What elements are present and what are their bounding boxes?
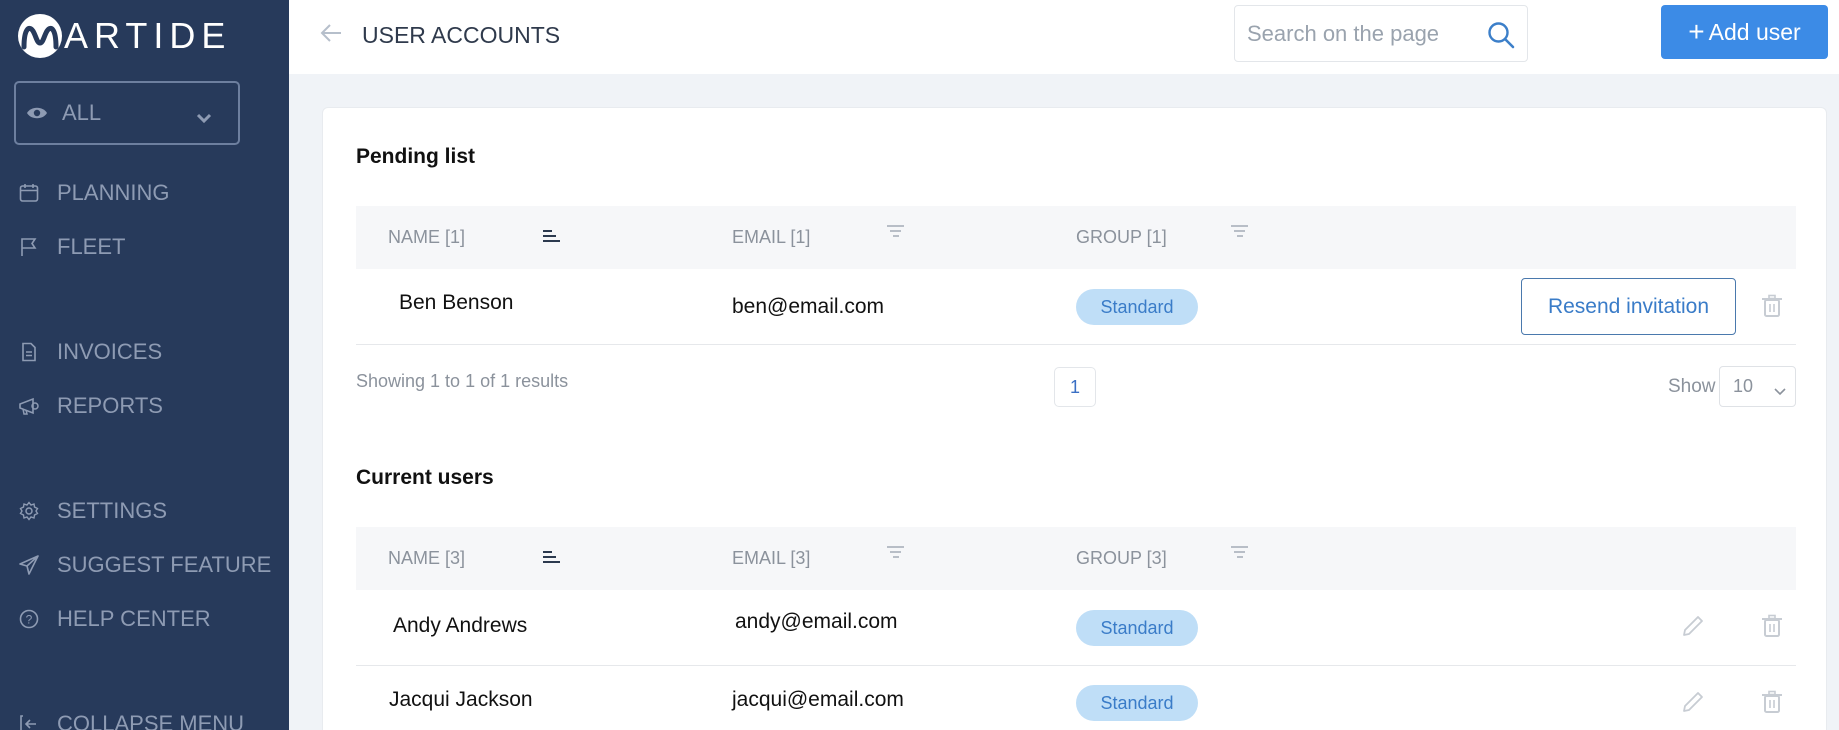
user-accounts-card: Pending list NAME [1] EMAIL [1] GROUP [1…	[322, 107, 1827, 730]
search-box	[1234, 5, 1528, 62]
logo[interactable]: ARTIDE	[18, 14, 231, 58]
sidebar-item-label: REPORTS	[57, 393, 163, 418]
edit-pencil-icon[interactable]	[1681, 690, 1705, 714]
resend-invitation-button[interactable]: Resend invitation	[1521, 278, 1736, 335]
trash-icon[interactable]	[1761, 690, 1783, 714]
column-header-label: NAME [3]	[388, 548, 466, 568]
sidebar-item-label: INVOICES	[57, 339, 163, 364]
collapse-icon	[18, 713, 40, 730]
current-users-title: Current users	[356, 466, 494, 489]
filter-icon[interactable]	[1231, 544, 1249, 565]
add-user-label: Add user	[1708, 18, 1801, 45]
column-header-label: GROUP [1]	[1076, 227, 1167, 247]
send-icon	[18, 554, 40, 576]
add-user-button[interactable]: + Add user	[1661, 5, 1828, 59]
trash-icon[interactable]	[1761, 294, 1783, 318]
sidebar-item-suggest-feature[interactable]: SUGGEST FEATURE	[18, 552, 271, 578]
page-title: USER ACCOUNTS	[362, 22, 561, 48]
sidebar-item-label: COLLAPSE MENU	[57, 711, 245, 730]
sidebar-item-label: PLANNING	[57, 180, 170, 205]
back-arrow-icon[interactable]	[319, 22, 343, 49]
user-name: Ben Benson	[399, 291, 514, 314]
chevron-down-icon	[196, 103, 212, 129]
sidebar-item-invoices[interactable]: INVOICES	[18, 339, 162, 365]
user-email: andy@email.com	[735, 610, 898, 633]
page-size-value: 10	[1733, 376, 1754, 396]
group-badge: Standard	[1076, 685, 1198, 721]
user-name: Andy Andrews	[393, 614, 528, 637]
filter-icon[interactable]	[887, 544, 905, 565]
table-row: Jacqui Jackson jacqui@email.com Standard	[356, 666, 1796, 730]
sidebar-item-settings[interactable]: SETTINGS	[18, 498, 167, 524]
search-icon[interactable]	[1487, 21, 1515, 54]
trash-icon[interactable]	[1761, 614, 1783, 638]
column-header-name[interactable]: NAME [1]	[388, 227, 560, 248]
sidebar: ARTIDE ALL PLANNING FLEET INVOICES REPOR…	[0, 0, 289, 730]
column-header-email[interactable]: EMAIL [1]	[732, 225, 904, 248]
user-email: ben@email.com	[732, 295, 885, 318]
column-header-label: GROUP [3]	[1076, 548, 1167, 568]
column-header-label: EMAIL [1]	[732, 227, 811, 247]
sidebar-item-collapse-menu[interactable]: COLLAPSE MENU	[18, 711, 244, 730]
page-button-1[interactable]: 1	[1054, 367, 1096, 407]
calendar-icon	[18, 182, 40, 204]
current-table-header: NAME [3] EMAIL [3] GROUP [3]	[356, 527, 1796, 590]
filter-icon[interactable]	[1231, 223, 1249, 244]
chevron-down-icon	[1773, 380, 1787, 401]
table-row: Ben Benson ben@email.com Standard Resend…	[356, 269, 1796, 345]
page-size-select[interactable]: 10	[1719, 366, 1796, 407]
pending-table-header: NAME [1] EMAIL [1] GROUP [1]	[356, 206, 1796, 269]
logo-text: ARTIDE	[64, 15, 232, 56]
sidebar-item-label: SETTINGS	[57, 498, 168, 523]
filter-icon[interactable]	[887, 223, 905, 244]
sidebar-item-label: SUGGEST FEATURE	[57, 552, 272, 577]
sidebar-item-label: HELP CENTER	[57, 606, 211, 631]
sidebar-item-help-center[interactable]: ? HELP CENTER	[18, 606, 211, 632]
gear-icon	[18, 500, 40, 522]
help-icon: ?	[18, 608, 40, 630]
view-filter-select[interactable]: ALL	[14, 81, 240, 145]
column-header-name[interactable]: NAME [3]	[388, 548, 560, 569]
sidebar-item-fleet[interactable]: FLEET	[18, 234, 125, 260]
pending-list-title: Pending list	[356, 145, 476, 168]
sidebar-item-reports[interactable]: REPORTS	[18, 393, 163, 419]
edit-pencil-icon[interactable]	[1681, 614, 1705, 638]
column-header-label: EMAIL [3]	[732, 548, 811, 568]
plus-icon: +	[1688, 16, 1705, 47]
column-header-group[interactable]: GROUP [1]	[1076, 225, 1248, 248]
sort-active-icon[interactable]	[543, 227, 561, 248]
flag-icon	[18, 236, 40, 258]
column-header-label: NAME [1]	[388, 227, 466, 247]
logo-mark-icon	[18, 14, 62, 58]
megaphone-icon	[18, 395, 40, 417]
top-bar: USER ACCOUNTS + Add user	[289, 0, 1839, 74]
column-header-email[interactable]: EMAIL [3]	[732, 546, 904, 569]
sidebar-item-label: FLEET	[57, 234, 126, 259]
sort-active-icon[interactable]	[543, 548, 561, 569]
sidebar-item-planning[interactable]: PLANNING	[18, 180, 169, 206]
search-input[interactable]	[1235, 6, 1475, 61]
table-row: Andy Andrews andy@email.com Standard	[356, 590, 1796, 666]
user-email: jacqui@email.com	[732, 688, 904, 711]
group-badge: Standard	[1076, 610, 1198, 646]
column-header-group[interactable]: GROUP [3]	[1076, 546, 1248, 569]
document-icon	[18, 341, 40, 363]
page-size-label: Show	[1668, 376, 1716, 397]
pagination-summary: Showing 1 to 1 of 1 results	[356, 371, 569, 391]
view-filter-value: ALL	[62, 100, 102, 125]
svg-text:?: ?	[26, 613, 33, 627]
group-badge: Standard	[1076, 289, 1198, 325]
eye-icon	[26, 106, 48, 120]
user-name: Jacqui Jackson	[389, 688, 533, 711]
